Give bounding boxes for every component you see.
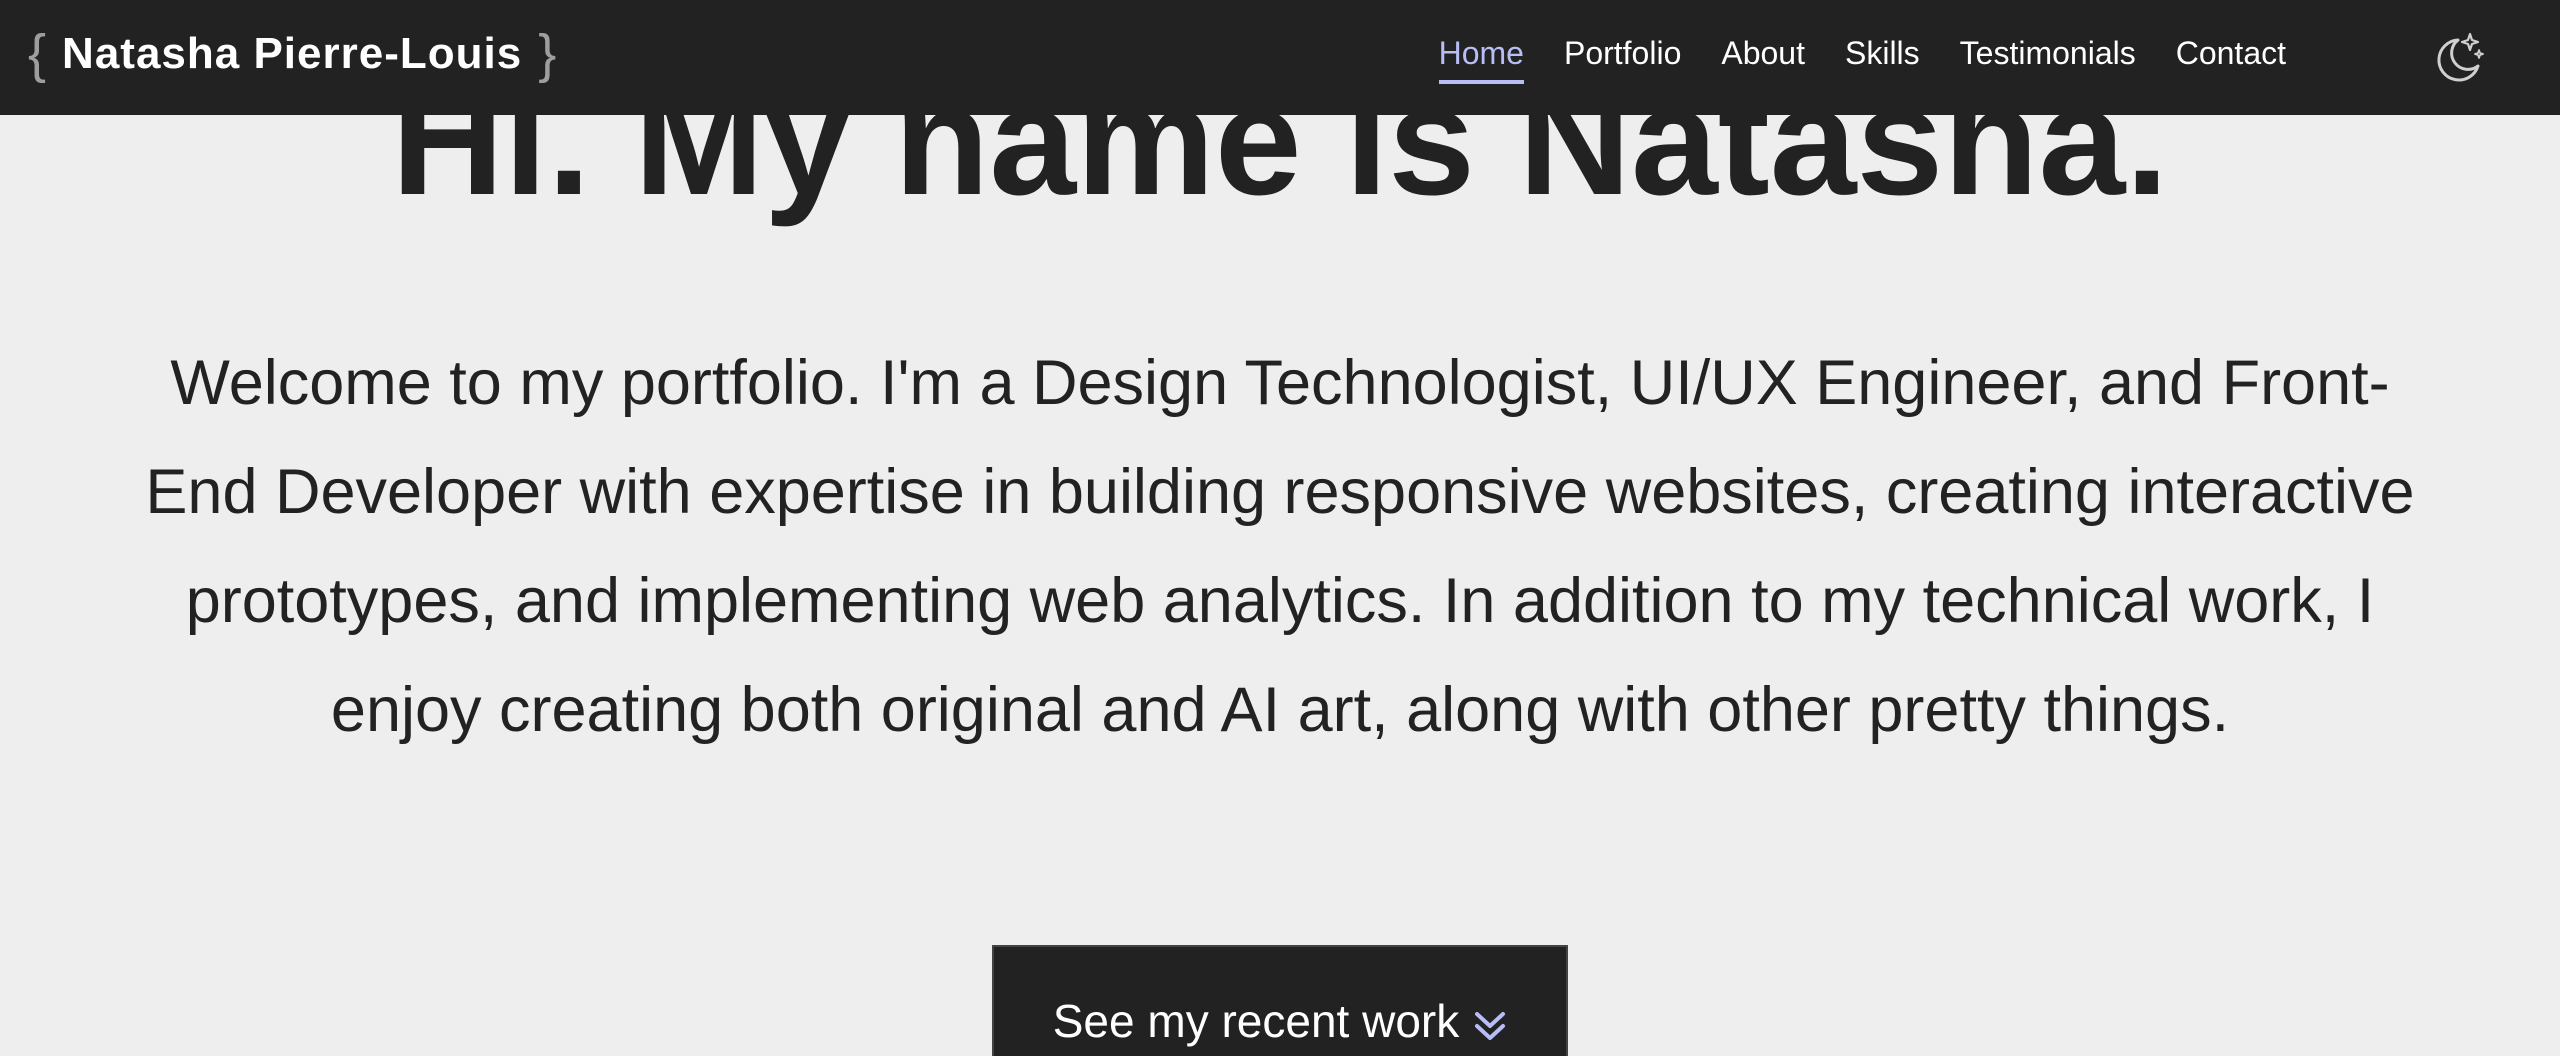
brand-logo[interactable]: { Natasha Pierre-Louis }	[28, 24, 556, 84]
theme-toggle-button[interactable]	[2428, 30, 2484, 86]
nav-skills[interactable]: Skills	[1845, 28, 1920, 82]
nav-home[interactable]: Home	[1438, 28, 1524, 84]
brace-open: {	[28, 24, 47, 84]
brand-name: Natasha Pierre-Louis	[62, 29, 523, 78]
nav-portfolio[interactable]: Portfolio	[1564, 28, 1681, 82]
nav-testimonials[interactable]: Testimonials	[1960, 28, 2136, 82]
cta-label: See my recent work	[1052, 995, 1460, 1047]
double-chevron-down-icon	[1473, 1003, 1507, 1043]
site-header: { Natasha Pierre-Louis } Home Portfolio …	[0, 0, 2560, 115]
hero-intro: Welcome to my portfolio. I'm a Design Te…	[145, 348, 2415, 745]
main-nav: Home Portfolio About Skills Testimonials…	[1399, 28, 2286, 84]
page: Hi. My name is Natasha. Welcome to my po…	[0, 0, 2560, 1056]
nav-contact[interactable]: Contact	[2176, 28, 2286, 82]
see-recent-work-button[interactable]: See my recent work	[992, 945, 1568, 1056]
nav-about[interactable]: About	[1721, 28, 1805, 82]
brace-close: }	[538, 24, 557, 84]
moon-stars-icon	[2428, 32, 2484, 90]
